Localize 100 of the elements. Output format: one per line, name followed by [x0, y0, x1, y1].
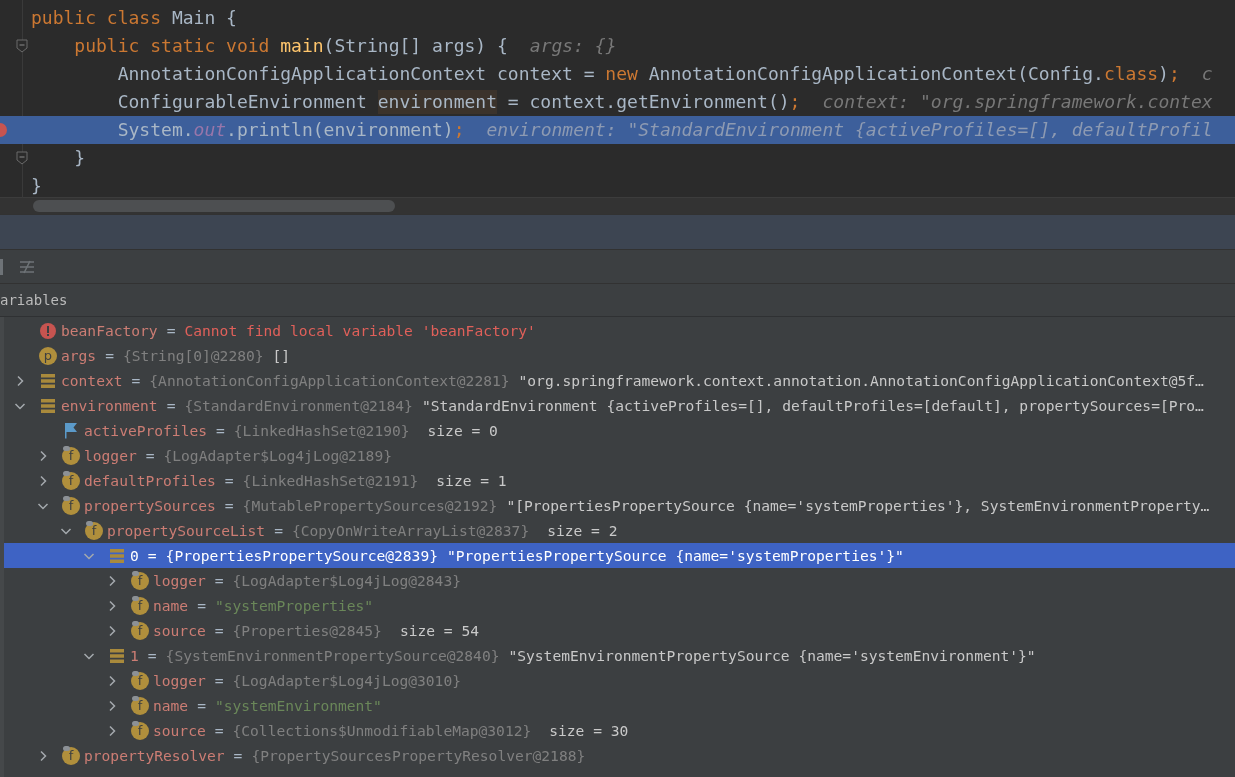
variable-row[interactable]: 0 = {PropertiesPropertySource@2839} "PropertiesPropertySource {name='systemProperties'}": [4, 543, 1235, 568]
variable-name: name: [153, 697, 189, 714]
code-text: (String[] args) {: [323, 34, 508, 58]
inline-value-hint: context: "org.springframework.contex: [822, 90, 1213, 114]
variable-row[interactable]: beanFactory = Cannot find local variable 'beanFactory': [4, 318, 1235, 343]
variable-value: size = 0: [427, 422, 498, 439]
variable-row[interactable]: environment = {StandardEnvironment@2184} "StandardEnvironment {activeProfiles=[], defaultProfiles=[default], propertySources=[Pro…: [4, 393, 1235, 418]
variable-type: {PropertySourcesPropertyResolver@2188}: [251, 747, 586, 764]
variable-row[interactable]: activeProfiles = {LinkedHashSet@2190} size = 0: [4, 418, 1235, 443]
variable-row[interactable]: f source = {Collections$UnmodifiableMap@3012} size = 30: [4, 718, 1235, 743]
code-text: AnnotationConfigApplicationContext(Config.: [647, 62, 1104, 86]
variable-row[interactable]: f name = "systemEnvironment": [4, 693, 1235, 718]
variable-name: activeProfiles: [84, 422, 207, 439]
object-icon: [109, 647, 125, 664]
variable-row[interactable]: f name = "systemProperties": [4, 593, 1235, 618]
code-keyword: ;: [453, 118, 465, 142]
variable-name: environment: [61, 397, 158, 414]
variable-value: []: [272, 347, 291, 364]
variable-row[interactable]: p args = {String[0]@2280} []: [4, 343, 1235, 368]
fold-marker-icon[interactable]: [16, 151, 28, 165]
variable-name: 0: [130, 547, 139, 564]
variable-row[interactable]: f propertyResolver = {PropertySourcesPropertyResolver@2188}: [4, 743, 1235, 768]
object-icon: [109, 547, 125, 564]
variable-type: {SystemEnvironmentPropertySource@2840}: [165, 647, 500, 664]
code-keyword: new: [605, 62, 638, 86]
equals-sign: =: [233, 747, 243, 764]
error-icon: [39, 321, 57, 340]
variable-name: propertyResolver: [84, 747, 225, 764]
variable-row[interactable]: f logger = {LogAdapter$Log4jLog@2189}: [4, 443, 1235, 468]
variable-name: propertySourceList: [107, 522, 266, 539]
scrollbar-thumb[interactable]: [33, 200, 395, 212]
field-icon: f: [85, 521, 103, 540]
variable-row[interactable]: f source = {Properties@2845} size = 54: [4, 618, 1235, 643]
variable-type: {Collections$UnmodifiableMap@3012}: [232, 722, 532, 739]
equals-sign: =: [147, 647, 157, 664]
equals-sign: =: [145, 447, 155, 464]
code-text: System.: [116, 118, 194, 142]
field-icon: f: [131, 721, 149, 740]
equals-sign: =: [216, 422, 225, 439]
equals-sign: =: [197, 597, 206, 614]
variable-row[interactable]: f logger = {LogAdapter$Log4jLog@3010}: [4, 668, 1235, 693]
inline-value-hint: environment: "StandardEnvironment {activeProfiles=[], defaultProfil: [486, 118, 1213, 142]
variable-type: {Properties@2845}: [232, 622, 382, 639]
variable-type: {AnnotationConfigApplicationContext@2281}: [149, 372, 510, 389]
equals-sign: =: [166, 322, 176, 339]
variable-type: {CopyOnWriteArrayList@2837}: [291, 522, 530, 539]
object-icon: [40, 397, 56, 414]
equals-sign: =: [214, 572, 224, 589]
equals-sign: =: [224, 497, 234, 514]
list-settings-icon[interactable]: [19, 259, 35, 274]
equals-sign: =: [274, 522, 283, 539]
code-editor[interactable]: [0, 0, 1235, 214]
field-icon: f: [131, 671, 149, 690]
variable-type: {LinkedHashSet@2191}: [242, 472, 419, 489]
panel-title: ariables: [0, 292, 68, 308]
variable-value: size = 2: [547, 522, 618, 539]
field-icon: f: [62, 446, 80, 465]
variable-name: logger: [84, 447, 137, 464]
variable-name: name: [153, 597, 189, 614]
variable-value: "StandardEnvironment {activeProfiles=[], defaultProfiles=[default], propertySources=[Pro…: [421, 397, 1204, 414]
variable-name: beanFactory: [61, 322, 158, 339]
field-icon: f: [131, 621, 149, 640]
variable-type: {LogAdapter$Log4jLog@2843}: [232, 572, 461, 589]
fold-marker-icon[interactable]: [16, 39, 28, 53]
inline-value-hint: args: {}: [529, 34, 617, 58]
variable-row[interactable]: f propertySources = {MutablePropertySources@2192} "[PropertiesPropertySource {name='systemProperties'}, SystemEnvironmentProperty…: [4, 493, 1235, 518]
variable-name: source: [153, 722, 206, 739]
variable-row[interactable]: f defaultProfiles = {LinkedHashSet@2191} size = 1: [4, 468, 1235, 493]
field-icon: f: [62, 471, 80, 490]
variable-value: "PropertiesPropertySource {name='systemProperties'}": [446, 547, 904, 564]
field-icon: f: [62, 746, 80, 765]
equals-sign: =: [214, 672, 224, 689]
variable-row[interactable]: f logger = {LogAdapter$Log4jLog@2843}: [4, 568, 1235, 593]
variable-name: args: [61, 347, 97, 364]
variable-type: {String[0]@2280}: [122, 347, 264, 364]
equals-sign: =: [147, 547, 157, 564]
variable-name: 1: [130, 647, 139, 664]
variable-type: {LinkedHashSet@2190}: [233, 422, 410, 439]
field-icon: f: [131, 696, 149, 715]
equals-sign: =: [131, 372, 141, 389]
variable-name: source: [153, 622, 206, 639]
flag-icon: [63, 422, 79, 439]
highlighted-usage: environment: [377, 90, 497, 114]
code-text: ): [1158, 62, 1169, 86]
variable-row[interactable]: context = {AnnotationConfigApplicationContext@2281} "org.springframework.context.annotation.AnnotationConfigApplicationContext@5f…: [4, 368, 1235, 393]
variable-value: "systemEnvironment": [214, 697, 382, 714]
variable-row[interactable]: f propertySourceList = {CopyOnWriteArrayList@2837} size = 2: [4, 518, 1235, 543]
variable-value: "[PropertiesPropertySource {name='systemProperties'}, SystemEnvironmentProperty…: [506, 497, 1210, 514]
field-icon: f: [131, 571, 149, 590]
variable-name: logger: [153, 672, 206, 689]
variable-value: "systemProperties": [214, 597, 374, 614]
variable-value: "SystemEnvironmentPropertySource {name='systemEnvironment'}": [508, 647, 1036, 664]
parameter-icon: p: [39, 346, 57, 365]
variable-row[interactable]: 1 = {SystemEnvironmentPropertySource@2840} "SystemEnvironmentPropertySource {name='systemEnvironment'}": [4, 643, 1235, 668]
static-field: out: [193, 118, 227, 142]
equals-sign: =: [214, 622, 224, 639]
equals-sign: =: [105, 347, 114, 364]
code-keyword: ;: [789, 90, 801, 114]
variable-value: "org.springframework.context.annotation.AnnotationConfigApplicationContext@5f…: [518, 372, 1204, 389]
code-text: = context.getEnvironment(): [506, 90, 790, 114]
